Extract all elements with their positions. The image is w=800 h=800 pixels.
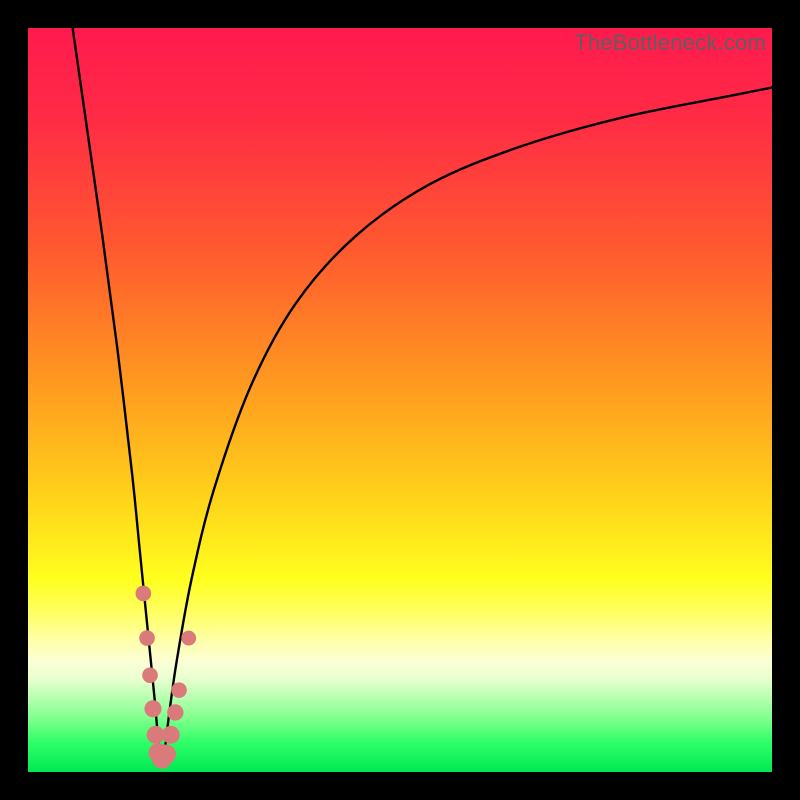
- figure-frame: TheBottleneck.com: [0, 0, 800, 800]
- plot-area: [28, 28, 772, 772]
- watermark-text: TheBottleneck.com: [574, 30, 766, 56]
- data-marker: [167, 704, 183, 720]
- data-marker: [136, 586, 152, 602]
- data-marker: [181, 631, 196, 646]
- data-markers: [136, 586, 197, 769]
- data-marker: [157, 744, 176, 763]
- data-marker: [162, 726, 180, 744]
- data-marker: [147, 726, 165, 744]
- data-marker: [142, 667, 158, 683]
- curve-layer: [28, 28, 772, 772]
- bottleneck-curve-right: [165, 88, 772, 750]
- data-marker: [171, 682, 187, 698]
- data-marker: [144, 700, 161, 717]
- data-marker: [139, 630, 155, 646]
